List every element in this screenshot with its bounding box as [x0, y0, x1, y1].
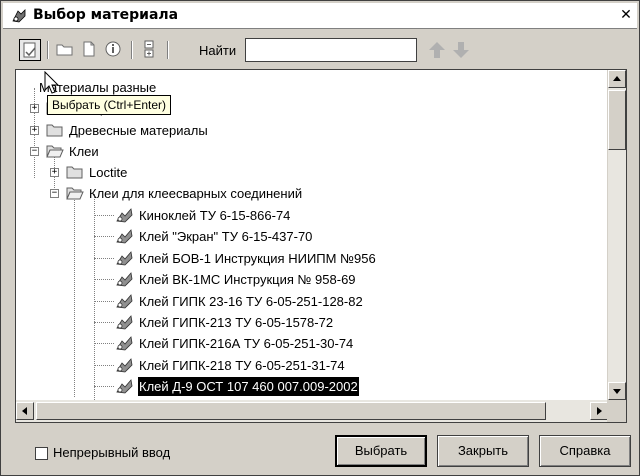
help-button[interactable]: Справка	[539, 435, 631, 467]
material-icon	[116, 379, 133, 394]
continuous-input-checkbox[interactable]	[35, 447, 48, 460]
tree-line	[94, 364, 114, 366]
horizontal-scrollbar[interactable]	[16, 400, 608, 422]
arrow-down-icon[interactable]	[451, 40, 471, 60]
expand-icon[interactable]: +	[30, 104, 39, 113]
select-icon[interactable]	[19, 39, 41, 61]
material-icon	[116, 250, 133, 266]
close-button[interactable]: Закрыть	[437, 435, 529, 467]
continuous-input-label: Непрерывный ввод	[53, 445, 171, 460]
folder-icon	[66, 166, 83, 179]
find-label: Найти	[199, 43, 237, 58]
material-icon	[116, 229, 133, 244]
title-bar[interactable]: Выбор материала ✕	[3, 3, 637, 29]
toolbar-separator	[167, 41, 169, 59]
horizontal-scroll-thumb[interactable]	[36, 402, 546, 420]
tree-line	[94, 322, 114, 323]
close-icon[interactable]: ✕	[619, 8, 633, 22]
collapse-icon[interactable]: −	[50, 189, 59, 198]
scrollbar-corner	[607, 400, 626, 422]
material-icon	[116, 272, 133, 287]
material-icon	[116, 208, 133, 223]
material-selection-dialog: Выбор материала ✕ Найти Материалы разные…	[0, 0, 640, 476]
tree-line	[94, 386, 114, 388]
toolbar: Найти	[15, 37, 627, 67]
materials-tree[interactable]: − Материалы разные + ...атериалы + Древе…	[15, 69, 627, 423]
scroll-right-icon[interactable]	[590, 402, 608, 420]
arrow-up-icon[interactable]	[427, 40, 447, 60]
toolbar-separator	[131, 41, 133, 59]
tree-line	[94, 279, 114, 281]
material-icon	[116, 293, 133, 309]
tree-content: − Материалы разные + ...атериалы + Древе…	[16, 70, 608, 400]
mouse-cursor-icon	[44, 71, 60, 94]
folder-open-icon	[66, 187, 84, 200]
tree-line	[94, 257, 114, 259]
expand-icon[interactable]: +	[30, 126, 39, 135]
document-icon[interactable]	[79, 39, 101, 61]
find-input[interactable]	[245, 38, 417, 62]
vertical-scroll-thumb[interactable]	[608, 90, 626, 150]
tree-line	[94, 343, 114, 345]
vertical-scrollbar[interactable]	[607, 70, 626, 400]
scroll-up-icon[interactable]	[608, 70, 626, 88]
toolbar-separator	[47, 41, 49, 59]
expand-icon[interactable]: +	[50, 168, 59, 177]
material-icon	[116, 357, 133, 373]
tooltip: Выбрать (Ctrl+Enter)	[47, 95, 172, 115]
select-button[interactable]: Выбрать	[335, 435, 427, 467]
tree-line	[74, 197, 75, 397]
tree-toggle-icon[interactable]	[139, 39, 161, 61]
folder-icon	[46, 124, 63, 137]
tree-line	[94, 215, 114, 216]
folder-open-icon	[46, 145, 64, 158]
material-app-icon	[12, 9, 26, 23]
info-icon[interactable]	[103, 39, 125, 61]
folder-icon[interactable]	[55, 39, 77, 61]
scroll-left-icon[interactable]	[16, 402, 34, 420]
tree-line	[94, 194, 95, 400]
material-icon	[116, 336, 133, 351]
scroll-down-icon[interactable]	[608, 382, 626, 400]
collapse-icon[interactable]: −	[30, 147, 39, 156]
tree-line	[94, 236, 114, 238]
material-icon	[116, 315, 133, 330]
window-title: Выбор материала	[33, 7, 179, 23]
tree-line	[94, 300, 114, 302]
